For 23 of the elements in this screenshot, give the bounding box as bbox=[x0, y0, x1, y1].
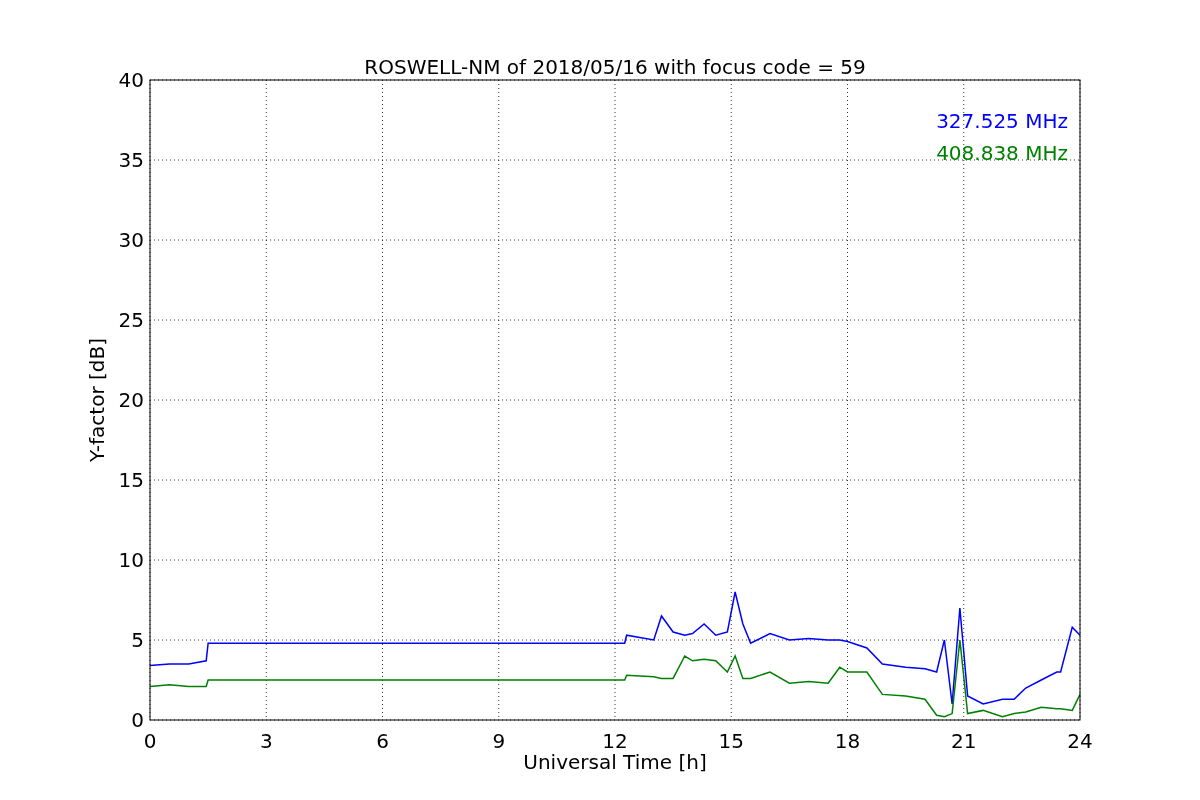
x-tick-label: 21 bbox=[951, 729, 977, 753]
x-tick-label: 24 bbox=[1067, 729, 1093, 753]
x-tick-label: 18 bbox=[834, 729, 861, 753]
x-tick-label: 3 bbox=[259, 729, 273, 753]
x-axis-label: Universal Time [h] bbox=[523, 750, 707, 774]
y-tick-label: 30 bbox=[118, 228, 144, 252]
y-tick-label: 5 bbox=[131, 628, 144, 652]
y-tick-label: 20 bbox=[118, 388, 144, 412]
x-tick-label: 6 bbox=[376, 729, 389, 753]
y-axis-label: Y-factor [dB] bbox=[85, 338, 109, 462]
x-tick-label: 15 bbox=[718, 729, 744, 753]
chart-title: ROSWELL-NM of 2018/05/16 with focus code = 59 bbox=[364, 55, 866, 79]
legend-label: 408.838 MHz bbox=[936, 141, 1068, 165]
y-tick-label: 35 bbox=[118, 148, 144, 172]
y-tick-label: 15 bbox=[118, 468, 144, 492]
y-tick-label: 0 bbox=[131, 708, 144, 732]
x-tick-label: 0 bbox=[143, 729, 157, 753]
y-tick-label: 40 bbox=[118, 68, 144, 92]
legend-label: 327.525 MHz bbox=[936, 109, 1068, 133]
y-tick-label: 25 bbox=[118, 308, 144, 332]
x-tick-label: 12 bbox=[602, 729, 628, 753]
y-tick-label: 10 bbox=[118, 548, 144, 572]
x-tick-label: 9 bbox=[492, 729, 506, 753]
